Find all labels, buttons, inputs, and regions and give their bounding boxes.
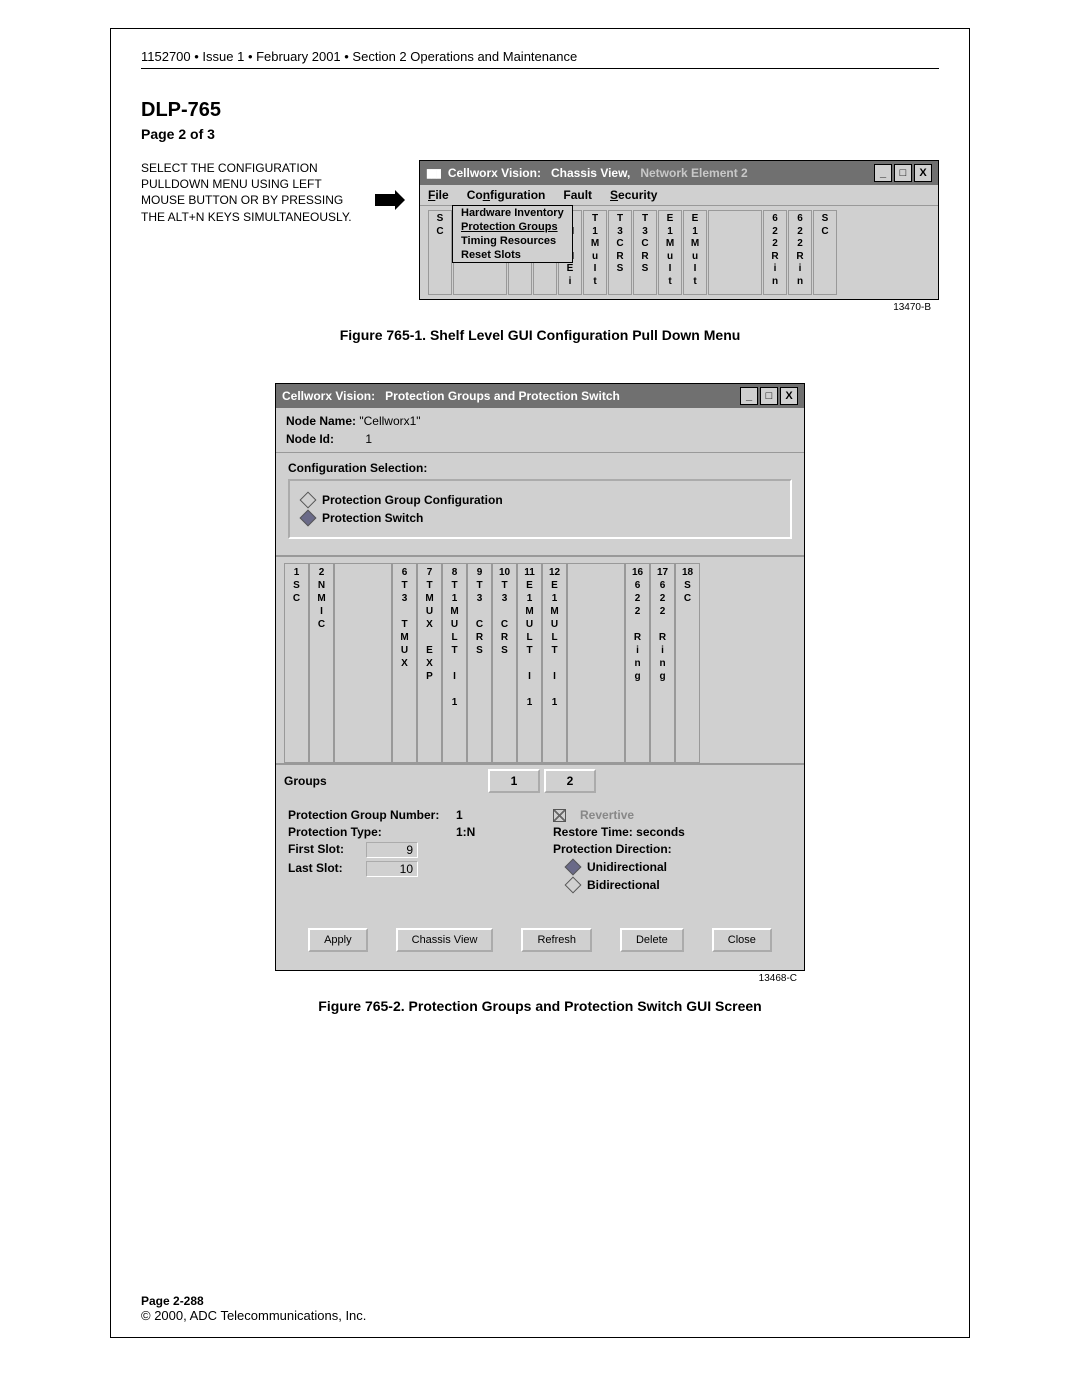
- slot-card: T1MuIt: [583, 210, 607, 295]
- slot-card: 622Rin: [788, 210, 812, 295]
- fig2-image-id: 13468-C: [275, 973, 805, 984]
- radio-unidirectional[interactable]: [565, 859, 582, 876]
- close-button[interactable]: X: [914, 164, 932, 182]
- tb2-app: Cellworx Vision:: [282, 389, 375, 403]
- last-slot-value[interactable]: 10: [366, 861, 418, 877]
- config-dropdown: Hardware Inventory Protection Groups Tim…: [452, 205, 573, 263]
- slot-card: SC: [813, 210, 837, 295]
- refresh-button[interactable]: Refresh: [521, 928, 592, 952]
- close-button[interactable]: X: [780, 387, 798, 405]
- last-slot-label: Last Slot:: [288, 861, 358, 877]
- slot-card[interactable]: 9T3CRS: [467, 563, 492, 763]
- slot-card[interactable]: 18SC: [675, 563, 700, 763]
- slot-card: T3CRS: [608, 210, 632, 295]
- page-of: Page 2 of 3: [141, 126, 939, 142]
- node-name-value: "Cellworx1": [359, 414, 420, 428]
- close-button[interactable]: Close: [712, 928, 772, 952]
- slot-card[interactable]: 7TMUXEXP: [417, 563, 442, 763]
- dlp-title: DLP-765: [141, 99, 939, 122]
- tb-node: Network Element 2: [640, 166, 747, 180]
- slot-card: T3CRS: [633, 210, 657, 295]
- slot-card: E1MuIt: [683, 210, 707, 295]
- groups-label: Groups: [284, 774, 484, 788]
- chassis-view-button[interactable]: Chassis View: [396, 928, 494, 952]
- dd-hw-inventory[interactable]: Hardware Inventory: [453, 206, 572, 220]
- first-slot-label: First Slot:: [288, 842, 358, 858]
- fig1-caption: Figure 765-1. Shelf Level GUI Configurat…: [141, 327, 939, 343]
- footer-page: Page 2-288: [141, 1294, 366, 1308]
- hatch-icon: ▮▮▮: [426, 166, 440, 180]
- node-name-label: Node Name:: [286, 414, 356, 428]
- minimize-button[interactable]: _: [874, 164, 892, 182]
- ptype-value: 1:N: [456, 825, 475, 839]
- radio-pg-config[interactable]: [300, 492, 317, 509]
- slot-card: SC: [428, 210, 452, 295]
- dd-protection-groups[interactable]: Protection Groups: [453, 220, 572, 234]
- radio-bidirectional[interactable]: [565, 877, 582, 894]
- dd-reset-slots[interactable]: Reset Slots: [453, 248, 572, 262]
- header-line: 1152700 • Issue 1 • February 2001 • Sect…: [141, 49, 939, 69]
- node-id-label: Node Id:: [286, 432, 334, 446]
- ptype-label: Protection Type:: [288, 825, 448, 839]
- fig2-caption: Figure 765-2. Protection Groups and Prot…: [141, 998, 939, 1014]
- slot-card: 622Rin: [763, 210, 787, 295]
- pg-number-label: Protection Group Number:: [288, 808, 448, 822]
- slot-card[interactable]: 6T3TMUX: [392, 563, 417, 763]
- fig1-image-id: 13470-B: [141, 302, 939, 313]
- menu-config[interactable]: Configuration: [467, 188, 546, 202]
- radio-protection-switch[interactable]: [300, 510, 317, 527]
- window-protection-groups: Cellworx Vision: Protection Groups and P…: [275, 383, 805, 971]
- minimize-button[interactable]: _: [740, 387, 758, 405]
- revertive-checkbox[interactable]: [553, 809, 566, 822]
- instruction-text: SELECT THE CONFIGURATION PULLDOWN MENU U…: [141, 160, 361, 225]
- tb-app: Cellworx Vision:: [448, 166, 541, 180]
- slot-card: [708, 210, 762, 295]
- maximize-button[interactable]: □: [760, 387, 778, 405]
- node-id-value: 1: [365, 432, 372, 446]
- slot-card[interactable]: 16622Ring: [625, 563, 650, 763]
- config-selection-label: Configuration Selection:: [288, 461, 792, 475]
- slot-card[interactable]: 10T3CRS: [492, 563, 517, 763]
- pg-number-value: 1: [456, 808, 463, 822]
- opt-bidirectional: Bidirectional: [587, 878, 660, 892]
- footer-copyright: © 2000, ADC Telecommunications, Inc.: [141, 1308, 366, 1323]
- slot-card[interactable]: 1SC: [284, 563, 309, 763]
- protection-direction-label: Protection Direction:: [553, 842, 672, 856]
- slot-card[interactable]: 2NMIC: [309, 563, 334, 763]
- slot-card[interactable]: 8T1MULTI1: [442, 563, 467, 763]
- group-tab[interactable]: 1: [488, 769, 540, 793]
- opt-pg-config: Protection Group Configuration: [322, 493, 503, 507]
- tb-view: Chassis View,: [551, 166, 630, 180]
- restore-time-label: Restore Time: seconds: [553, 825, 685, 839]
- slot-card[interactable]: [334, 563, 392, 763]
- opt-protection-switch: Protection Switch: [322, 511, 423, 525]
- group-tab[interactable]: 2: [544, 769, 596, 793]
- opt-unidirectional: Unidirectional: [587, 860, 667, 874]
- menu-security[interactable]: Security: [610, 188, 657, 202]
- slot-card[interactable]: 11E1MULTI1: [517, 563, 542, 763]
- slot-card[interactable]: 12E1MULTI1: [542, 563, 567, 763]
- menu-file[interactable]: File: [428, 188, 449, 202]
- delete-button[interactable]: Delete: [620, 928, 684, 952]
- arrow-icon: [375, 160, 405, 210]
- tb2-sub: Protection Groups and Protection Switch: [385, 389, 620, 403]
- menu-fault[interactable]: Fault: [563, 188, 592, 202]
- first-slot-value[interactable]: 9: [366, 842, 418, 858]
- slot-card[interactable]: 17622Ring: [650, 563, 675, 763]
- maximize-button[interactable]: □: [894, 164, 912, 182]
- slots-grid: 1SC2NMIC 6T3TMUX7TMUXEXP8T1MULTI19T3CRS10…: [284, 563, 796, 763]
- slot-card: E1MuIt: [658, 210, 682, 295]
- revertive-label: Revertive: [580, 808, 634, 822]
- apply-button[interactable]: Apply: [308, 928, 368, 952]
- dd-timing-resources[interactable]: Timing Resources: [453, 234, 572, 248]
- slot-card[interactable]: [567, 563, 625, 763]
- window-chassis-view: ▮▮▮ Cellworx Vision: Chassis View, Netwo…: [419, 160, 939, 300]
